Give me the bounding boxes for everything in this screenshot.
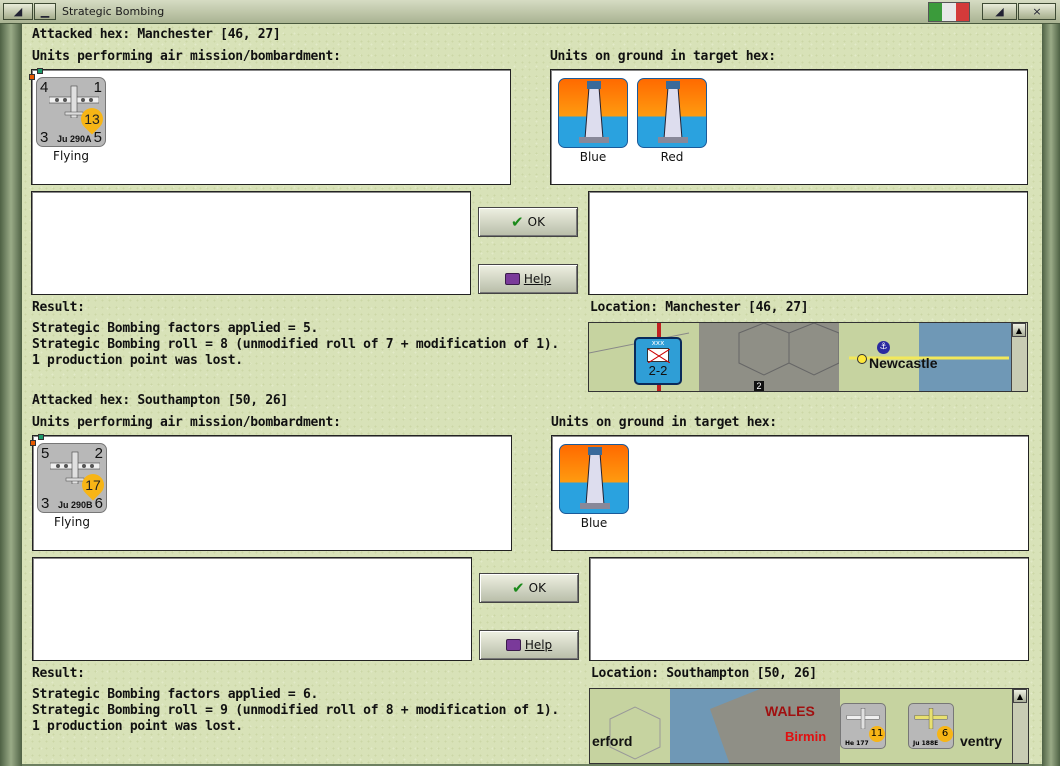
system-menu-button[interactable]: ◢: [3, 3, 33, 20]
result-label: Result:: [32, 666, 85, 681]
minimize-button[interactable]: ▁: [34, 3, 56, 20]
location-map[interactable]: WALES Birmin erford ventry 11 He 177 6 J…: [589, 688, 1029, 764]
air-unit-counter[interactable]: 5 2 17 3 Ju 290B 6 Flying: [30, 434, 109, 529]
ground-unit-label: Blue: [580, 516, 608, 530]
ground-units-label: Units on ground in target hex:: [550, 49, 776, 64]
ground-unit-counter[interactable]: Blue: [556, 78, 630, 164]
checkmark-icon: ✔: [511, 213, 524, 231]
help-button[interactable]: Help: [479, 630, 579, 660]
unit-flag-icon: [37, 68, 43, 74]
close-button[interactable]: ×: [1018, 3, 1056, 20]
map-city-label: erford: [592, 733, 633, 749]
result-line: Strategic Bombing roll = 8 (unmodified r…: [32, 337, 559, 352]
unit-flag-icon: [30, 440, 36, 446]
help-book-icon: [505, 639, 521, 651]
attacked-hex-label: Attacked hex: Southampton [50, 26]: [32, 393, 288, 408]
air-units-label: Units performing air mission/bombardment…: [32, 415, 341, 430]
infantry-symbol-icon: [647, 348, 670, 363]
ground-units-box[interactable]: Blue Red: [550, 69, 1028, 185]
city-dot-icon: [857, 354, 867, 364]
map-city-label: ventry: [960, 733, 1003, 749]
right-info-box: [588, 191, 1028, 295]
result-line: Strategic Bombing factors applied = 5.: [32, 321, 319, 336]
left-frame-border: [0, 24, 22, 766]
attacked-hex-label: Attacked hex: Manchester [46, 27]: [32, 27, 281, 42]
air-unit-status: Flying: [54, 515, 90, 529]
map-city-label: Birmin: [785, 729, 827, 744]
ground-units-box[interactable]: Blue: [551, 435, 1029, 551]
map-air-unit-counter[interactable]: 11 He 177: [840, 703, 886, 749]
result-line: Strategic Bombing roll = 9 (unmodified r…: [32, 703, 559, 718]
right-frame-border: [1042, 24, 1060, 766]
result-line: 1 production point was lost.: [32, 353, 243, 368]
map-marker: 2: [754, 381, 764, 391]
location-map[interactable]: xxx 2-2 Newcastle ⚓ 2 ▲: [588, 322, 1028, 392]
location-label: Location: Manchester [46, 27]: [590, 300, 809, 315]
scroll-up-arrow-icon[interactable]: ▲: [1013, 689, 1027, 703]
factory-icon: [559, 444, 629, 514]
italy-flag-icon: [928, 2, 970, 22]
location-label: Location: Southampton [50, 26]: [591, 666, 817, 681]
map-scrollbar[interactable]: ▲: [1012, 689, 1028, 763]
right-info-box: [589, 557, 1029, 661]
air-units-label: Units performing air mission/bombardment…: [32, 49, 341, 64]
ground-unit-label: Red: [660, 150, 684, 164]
factory-icon: [558, 78, 628, 148]
ok-button[interactable]: ✔ OK: [478, 207, 578, 237]
title-bar: ◢ ▁ Strategic Bombing ◢ ×: [0, 0, 1060, 24]
unit-flag-icon: [29, 74, 35, 80]
air-units-box[interactable]: 5 2 17 3 Ju 290B 6 Flying: [30, 434, 512, 551]
map-city-label: Newcastle: [869, 355, 938, 371]
ok-button[interactable]: ✔ OK: [479, 573, 579, 603]
ground-unit-counter[interactable]: Blue: [557, 444, 631, 530]
air-unit-counter[interactable]: 4 1 13 3 Ju 290A 5 Flying: [29, 68, 108, 163]
unit-flag-icon: [38, 434, 44, 440]
left-info-box: [31, 191, 471, 295]
window-title: Strategic Bombing: [62, 5, 165, 18]
checkmark-icon: ✔: [512, 579, 525, 597]
ground-units-label: Units on ground in target hex:: [551, 415, 777, 430]
left-info-box: [32, 557, 472, 661]
dialog-content: Attacked hex: Manchester [46, 27] Units …: [22, 24, 1042, 764]
ground-unit-label: Blue: [579, 150, 607, 164]
result-line: Strategic Bombing factors applied = 6.: [32, 687, 319, 702]
air-units-box[interactable]: 4 1 13 3 Ju 290A 5 Flying: [29, 68, 511, 185]
result-label: Result:: [32, 300, 85, 315]
maximize-button[interactable]: ◢: [982, 3, 1017, 20]
map-unit-counter[interactable]: xxx 2-2: [634, 337, 682, 385]
map-region-label: WALES: [765, 703, 815, 719]
port-anchor-icon: ⚓: [877, 341, 890, 354]
result-line: 1 production point was lost.: [32, 719, 243, 734]
ground-unit-counter[interactable]: Red: [635, 78, 709, 164]
air-unit-status: Flying: [53, 149, 89, 163]
map-terrain: [590, 689, 1028, 763]
factory-icon: [637, 78, 707, 148]
help-book-icon: [504, 273, 520, 285]
scroll-up-arrow-icon[interactable]: ▲: [1012, 323, 1026, 337]
help-button[interactable]: Help: [478, 264, 578, 294]
map-air-unit-counter[interactable]: 6 Ju 188E: [908, 703, 954, 749]
map-scrollbar[interactable]: ▲: [1011, 323, 1027, 391]
